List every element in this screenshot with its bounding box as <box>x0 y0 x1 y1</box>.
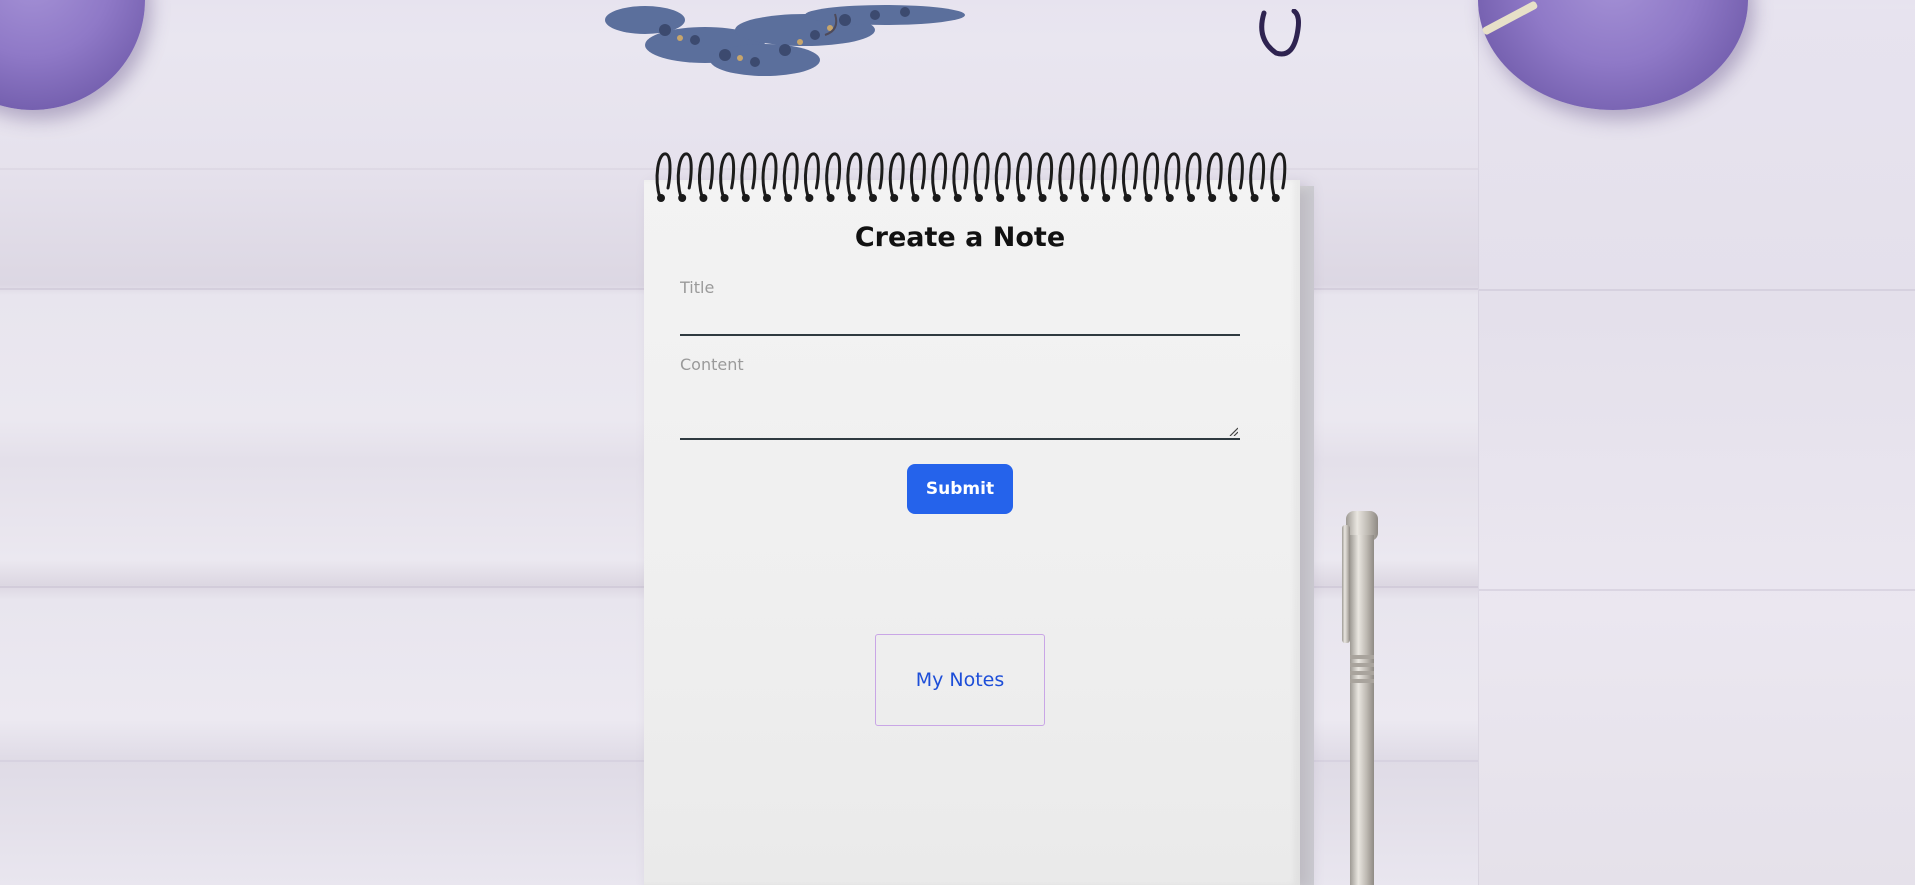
spiral-hole <box>1208 194 1217 202</box>
my-notes-link[interactable]: My Notes <box>875 634 1045 726</box>
spiral-binding-icon <box>655 152 1287 202</box>
spiral-hole <box>805 194 814 202</box>
spiral-coil <box>782 152 799 200</box>
spiral-hole <box>1038 194 1047 202</box>
spiral-hole <box>1271 194 1280 202</box>
background-panel <box>1478 9 1915 885</box>
spiral-hole <box>826 194 835 202</box>
title-field[interactable] <box>680 272 1240 336</box>
spiral-coil <box>825 152 842 200</box>
spiral-hole <box>720 194 729 202</box>
page-title: Create a Note <box>854 222 1066 253</box>
spiral-coil <box>1185 152 1202 200</box>
content-textarea[interactable] <box>680 355 1240 437</box>
spiral-coil <box>676 152 693 200</box>
spiral-coil <box>1143 152 1160 200</box>
spiral-hole <box>657 194 665 202</box>
spiral-coil <box>804 152 820 200</box>
spiral-coil <box>1164 152 1181 200</box>
spiral-coil <box>1037 152 1054 200</box>
spiral-hole <box>699 194 708 202</box>
spiral-coil <box>1228 152 1244 200</box>
spiral-coil <box>1206 152 1223 200</box>
title-input[interactable] <box>680 272 1240 302</box>
spiral-hole <box>763 194 771 202</box>
spiral-hole <box>1144 194 1153 202</box>
spiral-coil <box>1079 152 1096 200</box>
spiral-coil <box>867 152 884 200</box>
spiral-coil <box>1249 152 1266 200</box>
thread-spool-icon <box>0 0 145 110</box>
spiral-coil <box>931 152 948 200</box>
spiral-coil <box>994 152 1011 200</box>
spiral-hole <box>869 194 877 202</box>
spiral-hole <box>678 194 687 202</box>
spiral-coil <box>740 152 757 200</box>
spiral-hole <box>1102 194 1111 202</box>
spiral-coil <box>846 152 863 200</box>
resize-handle-icon[interactable] <box>1228 426 1238 436</box>
spiral-hole <box>847 194 856 202</box>
wood-grain <box>1479 589 1915 591</box>
spiral-hole <box>741 194 750 202</box>
spiral-coil <box>1016 152 1032 200</box>
spiral-coil <box>973 152 990 200</box>
notepad-edge <box>1300 186 1314 885</box>
string-loop-icon <box>1259 9 1301 57</box>
spiral-coil <box>952 152 969 200</box>
spiral-hole <box>784 194 793 202</box>
spiral-hole <box>1017 194 1026 202</box>
spiral-hole <box>975 194 983 202</box>
spiral-coil <box>1100 152 1117 200</box>
spiral-coil <box>888 152 905 200</box>
spiral-hole <box>1165 194 1174 202</box>
spiral-hole <box>1123 194 1132 202</box>
spiral-coil <box>1122 152 1138 200</box>
spiral-hole <box>1250 194 1259 202</box>
spiral-coil <box>719 152 736 200</box>
content-field[interactable] <box>680 355 1240 440</box>
spiral-hole <box>890 194 899 202</box>
spiral-coil <box>910 152 926 200</box>
wood-grain <box>1479 289 1915 291</box>
spiral-coil <box>655 152 672 200</box>
spiral-coil <box>1058 152 1075 200</box>
lavender-sprig-icon <box>605 5 965 76</box>
submit-button[interactable]: Submit <box>907 464 1013 514</box>
pen-icon <box>1342 511 1378 885</box>
spiral-hole <box>953 194 962 202</box>
spiral-hole <box>1187 194 1195 202</box>
spiral-hole <box>1059 194 1068 202</box>
spiral-coil <box>698 152 714 200</box>
spiral-hole <box>932 194 941 202</box>
spiral-hole <box>1081 194 1089 202</box>
spiral-hole <box>996 194 1005 202</box>
spiral-coil <box>1270 152 1287 200</box>
spiral-coil <box>761 152 778 200</box>
spiral-hole <box>911 194 920 202</box>
spiral-hole <box>1229 194 1238 202</box>
page-background: Create a Note Submit My Notes <box>0 0 1915 885</box>
